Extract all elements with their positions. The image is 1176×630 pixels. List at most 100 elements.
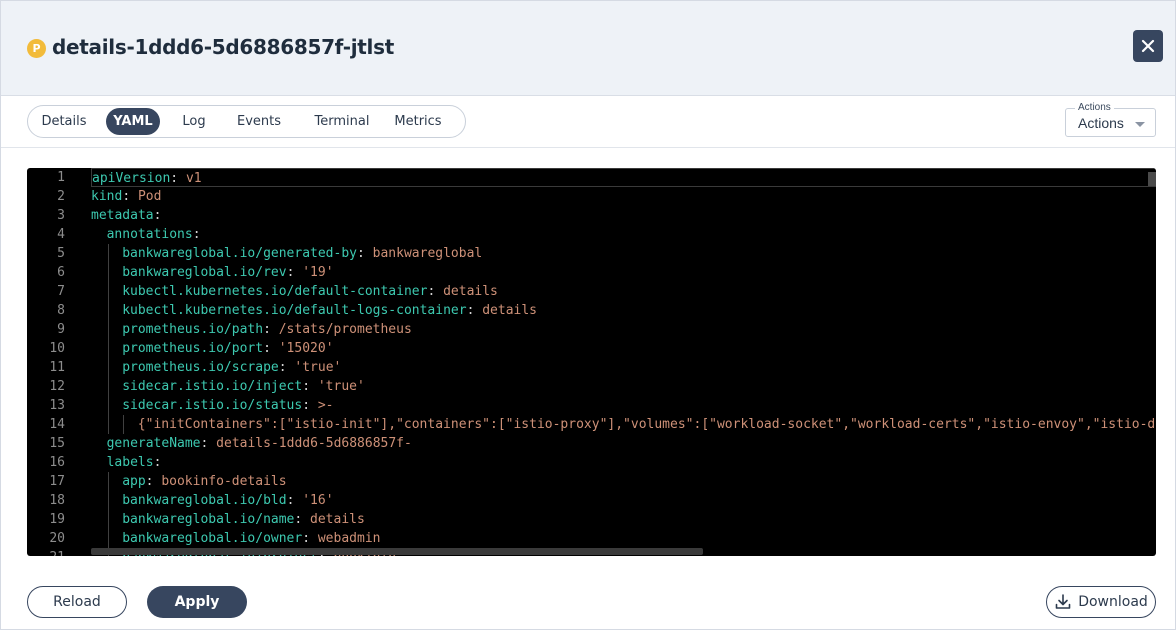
yaml-value: details xyxy=(482,303,538,318)
indent-guide xyxy=(107,358,109,377)
code-line[interactable]: kubectl.kubernetes.io/default-logs-conta… xyxy=(91,301,537,320)
indent-guide xyxy=(107,415,109,434)
yaml-separator: : xyxy=(302,379,318,394)
line-number: 16 xyxy=(49,455,65,470)
download-button[interactable]: Download xyxy=(1046,586,1156,618)
yaml-separator: : xyxy=(170,171,186,186)
yaml-value: Pod xyxy=(137,189,162,204)
code-line[interactable]: generateName: details-1ddd6-5d6886857f- xyxy=(91,434,412,453)
code-line[interactable]: prometheus.io/path: /stats/prometheus xyxy=(91,320,412,339)
code-area[interactable]: apiVersion: v1 kind: Pod metadata: annotati… xyxy=(91,168,1156,556)
apply-button[interactable]: Apply xyxy=(147,586,247,618)
yaml-key: kind xyxy=(91,189,123,204)
yaml-value: /stats/prometheus xyxy=(278,322,412,337)
yaml-value: 'true' xyxy=(294,360,342,375)
indent-guide xyxy=(107,510,109,529)
yaml-key: bankwareglobal.io/owner xyxy=(122,531,303,546)
indent-guide xyxy=(107,472,109,491)
code-line[interactable]: labels: xyxy=(91,453,162,472)
tab-events[interactable]: Events xyxy=(228,108,290,135)
yaml-value: details-1ddd6-5d6886857f- xyxy=(216,436,412,451)
code-line[interactable]: bankwareglobal.io/owner: webadmin xyxy=(91,529,380,548)
yaml-separator: : xyxy=(286,265,303,280)
code-line[interactable]: bankwareglobal.io/rev: '19' xyxy=(91,263,333,282)
yaml-value: v1 xyxy=(185,171,202,186)
indent-guide xyxy=(107,244,109,263)
yaml-key: labels xyxy=(106,455,154,470)
yaml-separator: : xyxy=(286,493,303,508)
yaml-value: details xyxy=(310,512,365,527)
yaml-key: metadata xyxy=(91,208,154,223)
download-icon xyxy=(1055,594,1071,609)
yaml-key: app xyxy=(122,474,146,489)
tab-metrics[interactable]: Metrics xyxy=(386,108,450,135)
yaml-value: bookinfo-details xyxy=(161,474,287,489)
code-line[interactable]: prometheus.io/scrape: 'true' xyxy=(91,358,341,377)
actions-dropdown[interactable]: Actions Actions xyxy=(1065,102,1156,137)
close-icon xyxy=(1141,39,1155,53)
yaml-key: prometheus.io/path xyxy=(122,322,264,337)
code-line[interactable]: sidecar.istio.io/status: >- xyxy=(91,396,334,415)
line-number: 15 xyxy=(49,436,65,451)
pod-detail-dialog: P details-1ddd6-5d6886857f-jtlst Details… xyxy=(0,0,1176,630)
code-line[interactable]: {"initContainers":["istio-init"],"contai… xyxy=(91,415,1156,434)
indent-guide xyxy=(107,396,109,415)
code-line[interactable]: kind: Pod xyxy=(91,187,161,206)
code-line[interactable]: bankwareglobal.io/generated-by: bankware… xyxy=(91,244,482,263)
indent-guide xyxy=(107,320,109,339)
code-line[interactable]: metadata: xyxy=(91,206,161,225)
yaml-separator: : xyxy=(153,208,162,223)
yaml-separator: : xyxy=(357,246,373,261)
code-line[interactable]: bankwareglobal.io/name: details xyxy=(91,510,365,529)
tab-terminal[interactable]: Terminal xyxy=(302,108,382,135)
line-number: 6 xyxy=(57,265,65,280)
yaml-key: generateName xyxy=(106,436,201,451)
yaml-value: '16' xyxy=(302,493,334,508)
tab-log[interactable]: Log xyxy=(164,108,224,135)
yaml-separator: : xyxy=(145,474,162,489)
indent-guide xyxy=(107,529,109,548)
line-number: 18 xyxy=(49,493,65,508)
line-number: 13 xyxy=(49,398,65,413)
code-line[interactable]: kubectl.kubernetes.io/default-container:… xyxy=(91,282,498,301)
line-number: 19 xyxy=(49,512,65,527)
yaml-editor[interactable]: 123456789101112131415161718192021 apiVer… xyxy=(27,168,1156,556)
line-number: 10 xyxy=(49,341,65,356)
tab-bar: Details YAML Log Events Terminal Metrics xyxy=(27,105,466,138)
line-number: 21 xyxy=(27,548,65,556)
close-button[interactable] xyxy=(1133,30,1163,62)
yaml-value: 'true' xyxy=(317,379,365,394)
indent-guide xyxy=(107,301,109,320)
horizontal-scrollbar[interactable] xyxy=(91,548,703,555)
tab-details[interactable]: Details xyxy=(31,108,97,135)
code-line[interactable]: bankwareglobal.io/bld: '16' xyxy=(91,491,334,510)
yaml-value: >- xyxy=(317,398,334,413)
yaml-key: apiVersion xyxy=(92,171,171,186)
yaml-separator: : xyxy=(263,341,279,356)
yaml-separator: : xyxy=(122,189,138,204)
code-line[interactable]: sidecar.istio.io/inject: 'true' xyxy=(91,377,365,396)
code-line[interactable]: prometheus.io/port: '15020' xyxy=(91,339,334,358)
yaml-key: bankwareglobal.io/generated-by xyxy=(122,246,357,261)
yaml-separator: : xyxy=(466,303,483,318)
yaml-key: prometheus.io/port xyxy=(122,341,264,356)
vertical-scrollbar[interactable] xyxy=(1148,172,1156,186)
divider xyxy=(1,147,1175,148)
line-number: 12 xyxy=(49,379,65,394)
line-number: 8 xyxy=(57,303,65,318)
indent-guide xyxy=(123,415,125,434)
yaml-key: kubectl.kubernetes.io/default-logs-conta… xyxy=(122,303,467,318)
code-line[interactable]: app: bookinfo-details xyxy=(91,472,287,491)
line-number: 2 xyxy=(57,189,65,204)
yaml-value: {"initContainers":["istio-init"],"contai… xyxy=(137,417,1156,432)
tab-yaml[interactable]: YAML xyxy=(106,108,160,135)
line-number: 14 xyxy=(49,417,65,432)
yaml-key: sidecar.istio.io/status xyxy=(122,398,303,413)
code-line[interactable]: annotations: xyxy=(91,225,201,244)
code-line[interactable]: apiVersion: v1 xyxy=(91,168,1156,187)
indent-guide xyxy=(107,263,109,282)
reload-button[interactable]: Reload xyxy=(27,586,127,618)
indent-guide xyxy=(107,282,109,301)
yaml-key: kubectl.kubernetes.io/default-container xyxy=(122,284,428,299)
yaml-value: '15020' xyxy=(278,341,334,356)
